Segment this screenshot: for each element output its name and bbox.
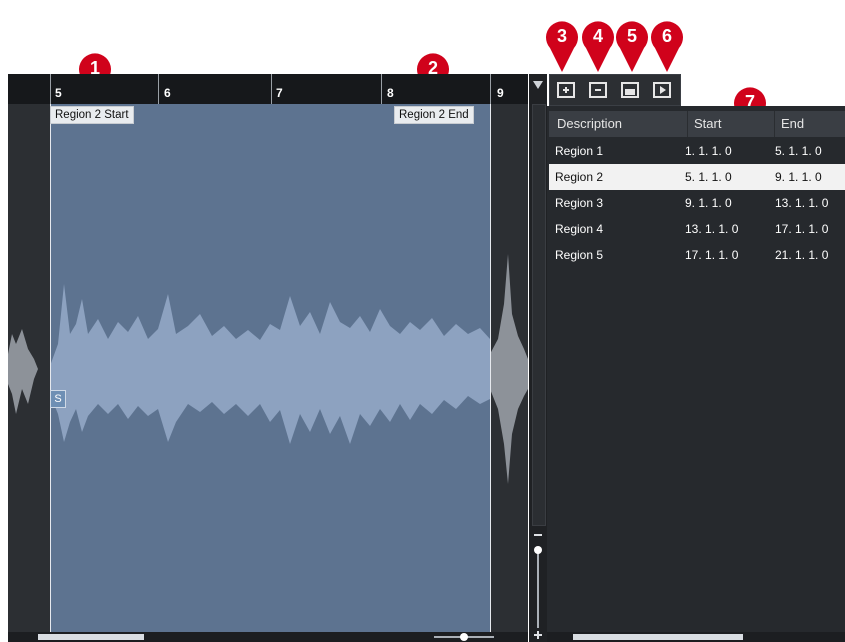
region-end-line[interactable] (490, 104, 491, 632)
vertical-zoom-slider[interactable] (532, 534, 544, 642)
ruler-bar-6: 6 (164, 86, 171, 100)
sample-editor: 5 6 7 8 9 Region 2 Start Region 2 End S (8, 74, 528, 642)
remove-region-icon[interactable] (588, 81, 608, 99)
callout-6: 6 (647, 18, 687, 74)
cell-start: 17. 1. 1. 0 (685, 248, 739, 262)
cell-description: Region 4 (555, 222, 604, 236)
ruler-tick (271, 74, 272, 104)
column-header-start[interactable]: Start (688, 111, 775, 137)
region-start-tag[interactable]: Region 2 Start (50, 106, 134, 124)
callout-5: 5 (612, 18, 652, 74)
region-end-tag[interactable]: Region 2 End (394, 106, 474, 124)
set-region-icon[interactable] (620, 81, 640, 99)
table-row[interactable]: Region 5 17. 1. 1. 0 21. 1. 1. 0 (549, 242, 845, 268)
region-list: Description Start End Region 1 1. 1. 1. … (547, 106, 845, 642)
callout-3-label: 3 (556, 26, 567, 46)
callout-6-label: 6 (661, 26, 672, 46)
cell-start: 13. 1. 1. 0 (685, 222, 739, 236)
table-row-selected[interactable]: Region 2 5. 1. 1. 0 9. 1. 1. 0 (549, 164, 845, 190)
cell-end: 9. 1. 1. 0 (775, 170, 822, 184)
snap-point-marker[interactable]: S (50, 390, 66, 408)
region-start-line[interactable] (50, 104, 51, 632)
column-header-description[interactable]: Description (549, 111, 688, 137)
cell-start: 1. 1. 1. 0 (685, 144, 732, 158)
cell-end: 13. 1. 1. 0 (775, 196, 829, 210)
cell-description: Region 5 (555, 248, 604, 262)
table-row[interactable]: Region 4 13. 1. 1. 0 17. 1. 1. 0 (549, 216, 845, 242)
table-row[interactable]: Region 1 1. 1. 1. 0 5. 1. 1. 0 (549, 138, 845, 164)
callout-5-label: 5 (626, 26, 637, 46)
waveform (8, 254, 528, 484)
table-row[interactable]: Region 3 9. 1. 1. 0 13. 1. 1. 0 (549, 190, 845, 216)
waveform-area[interactable]: Region 2 Start Region 2 End S (8, 104, 528, 632)
cell-end: 17. 1. 1. 0 (775, 222, 829, 236)
regions-toolbar (549, 74, 681, 106)
vertical-scrollbar[interactable] (532, 104, 546, 526)
ruler-tick (158, 74, 159, 104)
vertical-zoom-scroller[interactable] (529, 74, 547, 642)
cell-end: 5. 1. 1. 0 (775, 144, 822, 158)
cell-description: Region 1 (555, 144, 604, 158)
ruler-bar-9: 9 (497, 86, 504, 100)
column-header-end[interactable]: End (775, 111, 845, 137)
timeline-ruler[interactable]: 5 6 7 8 9 (8, 74, 528, 104)
ruler-tick (381, 74, 382, 104)
ruler-bar-8: 8 (387, 86, 394, 100)
editor-scroll-thumb[interactable] (38, 634, 144, 640)
editor-horizontal-scrollbar[interactable] (8, 632, 528, 642)
play-region-icon[interactable] (652, 81, 672, 99)
table-horizontal-scrollbar[interactable] (547, 632, 845, 642)
ruler-tick (50, 74, 51, 104)
cell-end: 21. 1. 1. 0 (775, 248, 829, 262)
zoom-slider-horizontal[interactable] (418, 633, 518, 641)
cell-description: Region 3 (555, 196, 604, 210)
ruler-bar-7: 7 (276, 86, 283, 100)
chevron-down-icon[interactable] (532, 80, 544, 90)
add-region-icon[interactable] (556, 81, 576, 99)
callout-3: 3 (542, 18, 582, 74)
cell-start: 5. 1. 1. 0 (685, 170, 732, 184)
ruler-tick (490, 74, 491, 104)
cell-start: 9. 1. 1. 0 (685, 196, 732, 210)
table-scroll-thumb[interactable] (573, 634, 743, 640)
cell-description: Region 2 (555, 170, 604, 184)
ruler-bar-5: 5 (55, 86, 62, 100)
